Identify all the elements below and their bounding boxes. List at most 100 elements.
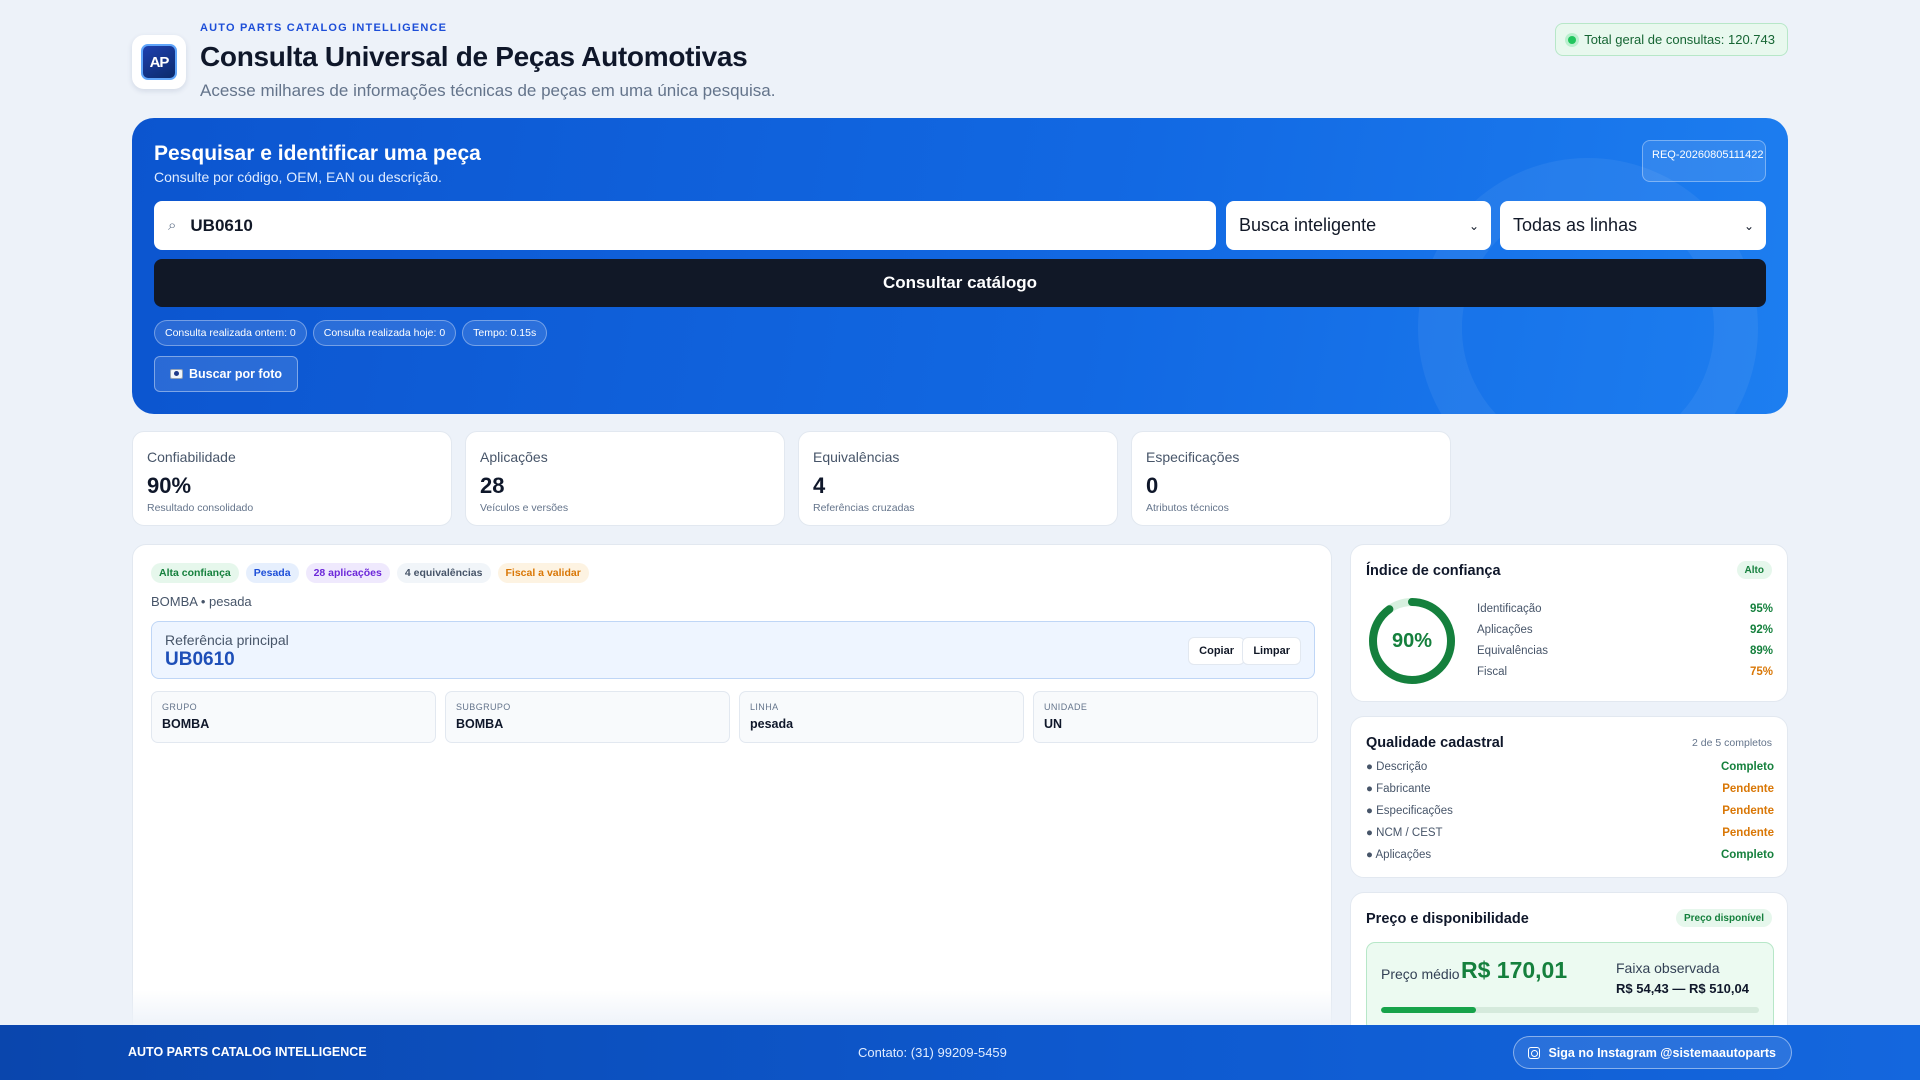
chip-time: Tempo: 0.15s [462, 320, 548, 346]
metric-value: 75% [1749, 666, 1773, 678]
stat-sub: Referências cruzadas [813, 502, 915, 514]
quality-row: ● Aplicações Completo [1366, 849, 1774, 861]
stat-label: Aplicações [480, 449, 548, 465]
main-reference-box: Referência principal UB0610 Copiar Limpa… [151, 621, 1315, 679]
chevron-down-icon: ⌄ [1468, 218, 1479, 233]
reference-label: Referência principal [165, 632, 289, 648]
search-field[interactable]: ⌕ [154, 201, 1216, 250]
copy-button[interactable]: Copiar [1188, 637, 1245, 665]
search-by-photo-label: Buscar por foto [188, 367, 283, 381]
status-dot-icon [1568, 35, 1577, 44]
logo-mark: AP [141, 44, 177, 80]
quality-title: Qualidade cadastral [1366, 735, 1504, 751]
metric-value: 95% [1749, 603, 1773, 615]
quality-item-status: Completo [1720, 849, 1774, 861]
field-key: SUBGRUPO [456, 702, 511, 712]
stat-card-equivalences: Equivalências 4 Referências cruzadas [798, 431, 1118, 526]
reference-value: UB0610 [165, 649, 235, 670]
stat-value: 0 [1146, 473, 1159, 498]
stat-value: 4 [813, 473, 826, 498]
confidence-title: Índice de confiança [1366, 563, 1501, 579]
quality-item-name: ● NCM / CEST [1366, 827, 1443, 839]
breadcrumb: BOMBA • pesada [151, 594, 252, 609]
search-mode-value: Busca inteligente [1239, 215, 1377, 235]
quality-row: ● NCM / CEST Pendente [1366, 827, 1774, 839]
quality-item-status: Pendente [1722, 805, 1774, 817]
part-fields: GRUPO BOMBA SUBGRUPO BOMBA LINHA pesada … [151, 691, 1318, 743]
metric-value: 89% [1749, 645, 1773, 657]
stat-sub: Resultado consolidado [147, 502, 254, 514]
field-unit: UNIDADE UN [1033, 691, 1318, 743]
content-fade [132, 990, 1332, 1025]
search-input[interactable] [190, 215, 1091, 236]
product-line-select[interactable]: Todas as linhas ⌄ [1500, 201, 1766, 250]
confidence-level-badge: Alto [1736, 561, 1772, 579]
field-value: UN [1044, 717, 1063, 731]
search-by-photo-button[interactable]: Buscar por foto [154, 356, 298, 392]
page: AP AUTO PARTS CATALOG INTELLIGENCE Consu… [132, 0, 1788, 1072]
chip-yesterday: Consulta realizada ontem: 0 [154, 320, 307, 346]
metric-name: Fiscal [1477, 666, 1508, 678]
product-line-value: Todas as linhas [1513, 215, 1638, 235]
instagram-label: Siga no Instagram @sistemaautoparts [1548, 1045, 1776, 1060]
page-subtitle: Acesse milhares de informações técnicas … [200, 81, 776, 100]
metric-row: Fiscal 75% [1477, 666, 1773, 678]
consult-catalog-button[interactable]: Consultar catálogo [154, 259, 1766, 307]
search-panel: Pesquisar e identificar uma peça Consult… [132, 118, 1788, 414]
price-range-value: R$ 54,43 — R$ 510,04 [1616, 981, 1749, 996]
metric-name: Equivalências [1477, 645, 1548, 657]
tag-fiscal: Fiscal a validar [497, 563, 589, 583]
quality-item-status: Pendente [1722, 783, 1774, 795]
field-key: LINHA [750, 702, 779, 712]
quality-summary: 2 de 5 completos [1692, 737, 1772, 749]
field-subgroup: SUBGRUPO BOMBA [445, 691, 730, 743]
footer-brand: AUTO PARTS CATALOG INTELLIGENCE [128, 1045, 367, 1059]
result-panel: Alta confiança Pesada 28 aplicações 4 eq… [132, 544, 1332, 1064]
confidence-card: Índice de confiança Alto 90% Identificaç… [1350, 544, 1788, 702]
price-range-label: Faixa observada [1616, 960, 1720, 976]
tag-line: Pesada [245, 563, 299, 583]
quality-item-name: ● Descrição [1366, 761, 1428, 773]
search-icon: ⌕ [168, 217, 177, 234]
field-group: GRUPO BOMBA [151, 691, 436, 743]
stat-card-reliability: Confiabilidade 90% Resultado consolidado [132, 431, 452, 526]
quality-row: ● Descrição Completo [1366, 761, 1774, 773]
clear-button[interactable]: Limpar [1242, 637, 1301, 665]
stat-card-applications: Aplicações 28 Veículos e versões [465, 431, 785, 526]
total-queries-text: Total geral de consultas: 120.743 [1584, 32, 1775, 47]
camera-icon [169, 369, 183, 379]
page-title: Consulta Universal de Peças Automotivas [200, 41, 748, 72]
price-title: Preço e disponibilidade [1366, 911, 1529, 927]
instagram-link[interactable]: Siga no Instagram @sistemaautoparts [1513, 1036, 1792, 1069]
avg-price-value: R$ 170,01 [1461, 957, 1568, 983]
quality-item-status: Pendente [1722, 827, 1774, 839]
brand-eyebrow: AUTO PARTS CATALOG INTELLIGENCE [200, 22, 448, 34]
search-mode-select[interactable]: Busca inteligente ⌄ [1226, 201, 1491, 250]
instagram-icon [1528, 1046, 1541, 1059]
search-subtitle: Consulte por código, OEM, EAN ou descriç… [154, 169, 442, 185]
result-tags: Alta confiança Pesada 28 aplicações 4 eq… [151, 563, 589, 583]
tag-confidence: Alta confiança [151, 563, 239, 583]
app-logo: AP [132, 35, 186, 89]
quality-item-status: Completo [1720, 761, 1774, 773]
quality-item-name: ● Especificações [1366, 805, 1453, 817]
quality-row: ● Fabricante Pendente [1366, 783, 1774, 795]
price-box: Preço médio R$ 170,01 Faixa observada R$… [1366, 942, 1774, 1032]
quality-card: Qualidade cadastral 2 de 5 completos ● D… [1350, 716, 1788, 878]
quality-item-name: ● Fabricante [1366, 783, 1431, 795]
query-stats-chips: Consulta realizada ontem: 0 Consulta rea… [154, 320, 548, 346]
metric-row: Identificação 95% [1477, 603, 1773, 615]
quality-item-name: ● Aplicações [1366, 849, 1432, 861]
field-value: BOMBA [162, 717, 210, 731]
chevron-down-icon: ⌄ [1743, 218, 1754, 233]
price-range-bar [1381, 1007, 1759, 1013]
field-value: BOMBA [456, 717, 504, 731]
field-value: pesada [750, 717, 794, 731]
search-title: Pesquisar e identificar uma peça [154, 142, 481, 165]
price-range-fill [1381, 1007, 1476, 1013]
stat-label: Confiabilidade [147, 449, 236, 465]
footer: AUTO PARTS CATALOG INTELLIGENCE Contato:… [0, 1025, 1920, 1080]
field-key: GRUPO [162, 702, 198, 712]
field-line: LINHA pesada [739, 691, 1024, 743]
field-key: UNIDADE [1044, 702, 1088, 712]
